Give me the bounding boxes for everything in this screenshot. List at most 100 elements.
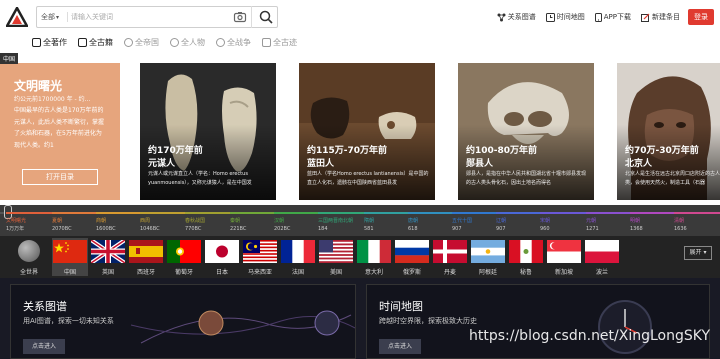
era-name: 春秋战国	[185, 218, 206, 224]
country-label: 法国	[291, 269, 304, 276]
filter-all-people[interactable]: 全人物	[170, 37, 205, 48]
nav-time-map[interactable]: 时间地图	[545, 12, 585, 22]
country-russia[interactable]: 俄罗斯	[394, 240, 430, 276]
country-france[interactable]: 法国	[280, 240, 316, 276]
poland-flag-icon	[585, 240, 619, 263]
era-year: 907	[452, 226, 462, 232]
filter-all-wars[interactable]: 全战争	[216, 37, 251, 48]
country-italy[interactable]: 意大利	[356, 240, 392, 276]
china-flag-icon	[53, 240, 87, 263]
enter-button[interactable]: 点击进入	[23, 339, 65, 354]
clock-map-icon	[545, 12, 555, 22]
timeline-era-13[interactable]: 元朝 1271	[586, 217, 599, 233]
timeline-era-1[interactable]: 夏朝 2070BC	[52, 217, 72, 233]
era-name: 汉朝	[274, 218, 285, 224]
card-time: 约170万年前	[148, 146, 203, 156]
timeline-era-11[interactable]: 辽朝 907	[496, 217, 506, 233]
nav-app-download[interactable]: APP下载	[594, 12, 631, 22]
camera-icon[interactable]	[233, 10, 247, 24]
country-usa[interactable]: 美国	[318, 240, 354, 276]
login-button[interactable]: 登录	[688, 9, 714, 25]
open-catalog-button[interactable]: 打开目录	[22, 169, 98, 185]
filter-all-sites[interactable]: 全古迹	[262, 37, 297, 48]
country-denmark[interactable]: 丹麦	[432, 240, 468, 276]
filter-label: 全古籍	[89, 37, 113, 47]
era-year: 1636	[674, 226, 687, 232]
nav-relationship-graph[interactable]: 关系图谱	[497, 12, 536, 22]
nav-label: APP下载	[603, 13, 631, 21]
era-description: 中国最早的古人类是170万年前的元谋人，此后人类不断繁衍，掌握了火焰和石器，在5…	[14, 107, 105, 149]
country-china[interactable]: 中国	[52, 238, 88, 276]
timeline-era-8[interactable]: 隋朝 581	[364, 217, 374, 233]
era-name: 元朝	[586, 218, 597, 224]
country-uk[interactable]: 英国	[90, 240, 126, 276]
country-all-world[interactable]: 全世界	[11, 240, 47, 276]
era-year: 1600BC	[96, 226, 116, 232]
filter-all-empires[interactable]: 全帝国	[124, 37, 159, 48]
timeline-era-6[interactable]: 汉朝 202BC	[274, 217, 290, 233]
nav-label: 关系图谱	[507, 13, 536, 21]
timeline-era-10[interactable]: 五代十国 907	[452, 217, 472, 233]
timeline-era-4[interactable]: 春秋战国 770BC	[185, 217, 205, 233]
category-filters: 全著作 全古籍 全帝国 全人物 全战争 全古迹	[32, 34, 308, 50]
card-yuanmou-man[interactable]: 约170万年前 元谋人 元谋人或元谋直立人（学名：Homo erectus yu…	[140, 63, 276, 200]
timeline-segment	[496, 212, 540, 214]
panel-title: 关系图谱	[23, 300, 67, 313]
country-singapore[interactable]: 新加坡	[546, 240, 582, 276]
search-scope-select[interactable]: 全部▾	[41, 7, 59, 27]
timeline-era-12[interactable]: 宋朝 960	[540, 217, 550, 233]
card-name: 北京人	[625, 159, 653, 169]
timeline-era-15[interactable]: 清朝 1636	[674, 217, 687, 233]
nav-new-entry[interactable]: 新建条目	[641, 12, 680, 22]
card-peking-man[interactable]: 约70万-30万年前 北京人 北京人是生活在远古北京周口店附近的古人类，会使用天…	[617, 63, 720, 200]
spain-flag-icon	[129, 240, 163, 263]
timeline-era-0[interactable]: 文明曙光 1万万年	[6, 217, 26, 233]
search-scope-label: 全部	[41, 13, 55, 21]
card-yunxian-man[interactable]: 约100-80万年前 郧县人 郧县人，是指在中华人民共和国湖北省十堰市郧县发现的…	[458, 63, 594, 200]
nav-label: 时间地图	[556, 13, 585, 21]
search-icon	[259, 10, 273, 24]
search-button[interactable]	[251, 6, 279, 28]
timeline-era-5[interactable]: 秦朝 221BC	[230, 217, 246, 233]
country-selector: 全世界 中国 英国 西班牙 葡萄牙 日本 马来西亚 法国 美国 意大利 俄罗斯 丹麦 阿根廷 秘鲁 新加坡…	[0, 236, 720, 278]
era-year: 184	[318, 226, 328, 232]
uk-flag-icon	[91, 240, 125, 263]
filter-all-works[interactable]: 全著作	[32, 37, 67, 48]
era-name: 商朝	[96, 218, 107, 224]
site-logo[interactable]	[6, 7, 28, 27]
country-japan[interactable]: 日本	[204, 240, 240, 276]
search-input[interactable]	[71, 8, 221, 26]
era-name: 夏朝	[52, 218, 63, 224]
expand-countries-button[interactable]: 展开 ▾	[684, 246, 712, 260]
country-peru[interactable]: 秘鲁	[508, 240, 544, 276]
timeline-era-3[interactable]: 西周 1046BC	[140, 217, 160, 233]
country-poland[interactable]: 波兰	[584, 240, 620, 276]
country-argentina[interactable]: 阿根廷	[470, 240, 506, 276]
filter-all-ancient-books[interactable]: 全古籍	[78, 37, 113, 48]
country-spain[interactable]: 西班牙	[128, 240, 164, 276]
country-portugal[interactable]: 葡萄牙	[166, 240, 202, 276]
malaysia-flag-icon	[243, 240, 277, 263]
timeline-segment	[586, 212, 630, 214]
card-lantian-man[interactable]: 约115万-70万年前 蓝田人 蓝田人（学名Homo erectus lanti…	[299, 63, 435, 200]
timeline-segment	[6, 212, 52, 214]
country-malaysia[interactable]: 马来西亚	[242, 240, 278, 276]
era-year: 221BC	[230, 226, 247, 232]
timeline-segment	[185, 212, 230, 214]
timeline-era-9[interactable]: 唐朝 618	[408, 217, 418, 233]
graph-icon	[497, 13, 506, 21]
enter-button[interactable]: 点击进入	[379, 339, 421, 354]
era-year: 618	[408, 226, 418, 232]
era-date: 约公元前1700000 年 - 约...	[14, 96, 91, 103]
card-name: 蓝田人	[307, 159, 335, 169]
relationship-graph-panel[interactable]: 关系图谱 用AI图谱，探索一切未知关系 点击进入	[10, 284, 356, 359]
timeline-era-7[interactable]: 三国两晋南北朝 184	[318, 217, 353, 233]
timeline-segment	[230, 212, 274, 214]
era-name: 秦朝	[230, 218, 241, 224]
timeline-segment	[274, 212, 318, 214]
country-label: 意大利	[364, 269, 383, 276]
era-year: 2070BC	[52, 226, 72, 232]
time-map-panel[interactable]: 时间地图 跨越时空界限，探索极致大历史 点击进入	[366, 284, 710, 359]
timeline-era-2[interactable]: 商朝 1600BC	[96, 217, 116, 233]
timeline-era-14[interactable]: 明朝 1368	[630, 217, 643, 233]
